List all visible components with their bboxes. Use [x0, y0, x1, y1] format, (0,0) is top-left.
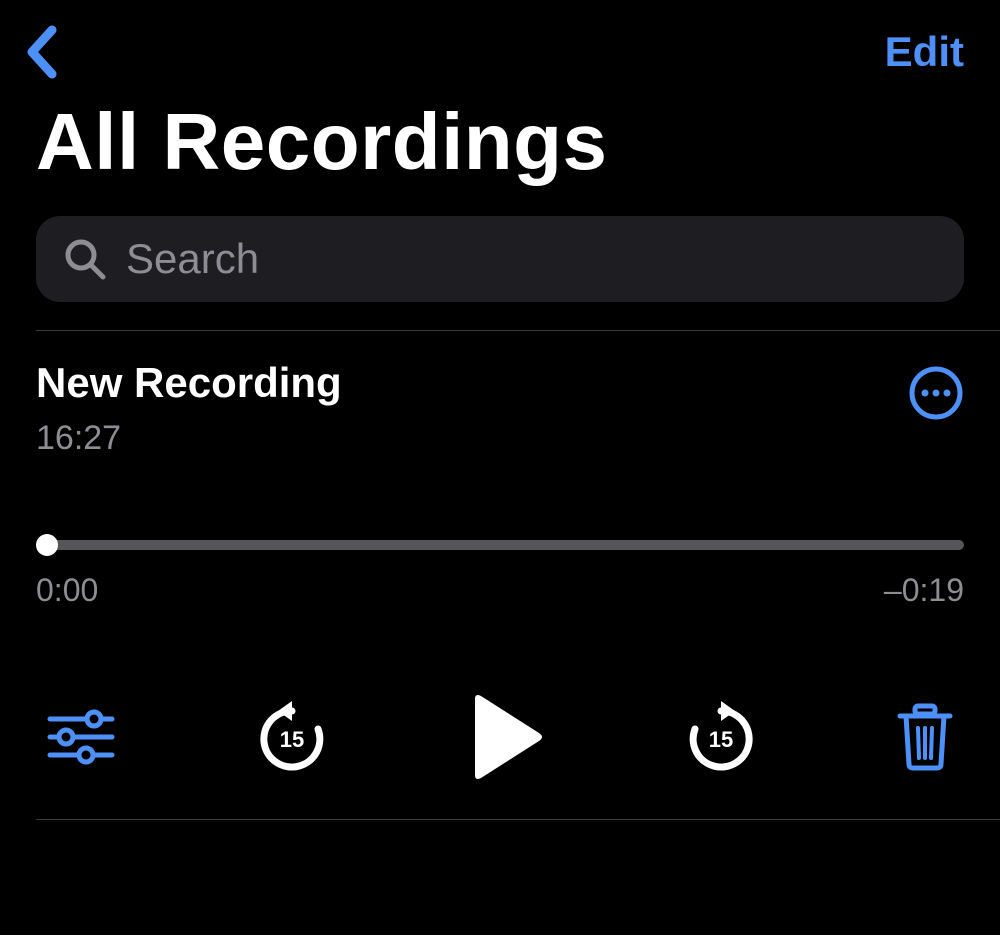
playback-thumb[interactable]	[36, 534, 58, 556]
elapsed-time: 0:00	[36, 572, 98, 609]
search-icon	[64, 238, 106, 280]
delete-button[interactable]	[896, 702, 954, 772]
playback-slider[interactable]	[42, 540, 964, 550]
skip-forward-15-icon: 15	[685, 701, 757, 773]
search-input[interactable]: Search	[36, 216, 964, 302]
recording-timestamp: 16:27	[36, 419, 342, 458]
skip-back-15-icon: 15	[256, 701, 328, 773]
recording-item: New Recording 16:27 0:00 –0:19	[0, 331, 1000, 819]
edit-button[interactable]: Edit	[885, 28, 964, 76]
more-options-button[interactable]	[908, 359, 964, 426]
skip-forward-button[interactable]: 15	[685, 701, 757, 773]
play-icon	[467, 693, 545, 781]
divider	[36, 819, 1000, 820]
trash-icon	[896, 702, 954, 772]
recording-title[interactable]: New Recording	[36, 359, 342, 407]
svg-text:15: 15	[708, 727, 732, 752]
play-button[interactable]	[467, 693, 545, 781]
search-placeholder: Search	[126, 235, 259, 283]
remaining-time: –0:19	[884, 572, 964, 609]
sliders-icon	[46, 707, 116, 767]
page-title: All Recordings	[0, 88, 1000, 216]
skip-back-button[interactable]: 15	[256, 701, 328, 773]
svg-text:15: 15	[279, 727, 303, 752]
options-button[interactable]	[46, 707, 116, 767]
chevron-left-icon	[24, 24, 58, 80]
back-button[interactable]	[24, 24, 58, 80]
ellipsis-circle-icon	[908, 365, 964, 421]
